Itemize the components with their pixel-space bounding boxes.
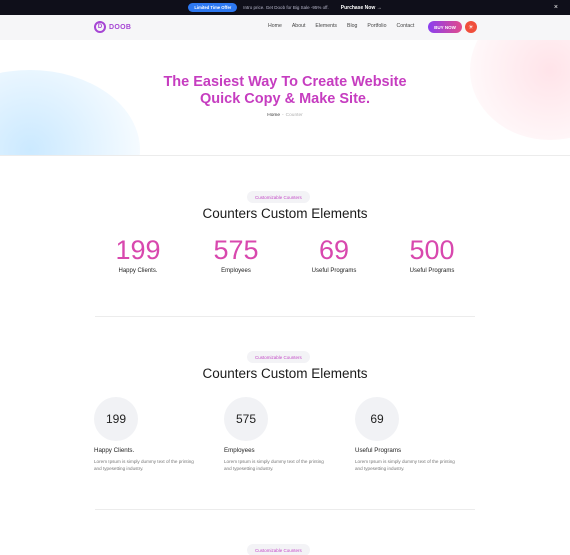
purchase-now-label: Purchase Now (340, 4, 376, 11)
counter-label: Happy Clients. (118, 268, 158, 274)
nav-item-elements[interactable]: Elements (315, 23, 337, 29)
counter-value: 199 (115, 235, 161, 265)
counter-card-title: Happy Clients. (94, 447, 135, 454)
counter-useful-programs-2: 500 Useful Programs (387, 235, 477, 274)
counter-card-description: Lorem Ipsum is simply dummy text of the … (355, 459, 455, 471)
breadcrumb-current: Counter (285, 113, 303, 118)
breadcrumb-separator: - (282, 113, 284, 118)
counter-card-useful-programs: 69 Useful Programs Lorem Ipsum is simply… (355, 397, 475, 472)
breadcrumb-home[interactable]: Home (267, 113, 280, 118)
counter-card-description: Lorem Ipsum is simply dummy text of the … (224, 459, 324, 471)
logo-mark: D (94, 21, 106, 33)
counter-value: 500 (409, 235, 455, 265)
counter-label: Useful Programs (409, 268, 455, 274)
section-divider-2 (95, 509, 475, 510)
nav-item-home[interactable]: Home (268, 23, 282, 29)
arrow-right-icon: → (376, 4, 382, 11)
section1-badge: Customizable Counters (247, 191, 310, 203)
counter-card-employees: 575 Employees Lorem Ipsum is simply dumm… (224, 397, 344, 472)
section2-badge: Customizable Counters (247, 351, 310, 363)
breadcrumb: Home - Counter (0, 113, 570, 118)
counter-card-title: Useful Programs (355, 447, 402, 454)
counter-circle: 199 (94, 397, 138, 441)
nav-item-blog[interactable]: Blog (347, 23, 357, 29)
nav-item-about[interactable]: About (292, 23, 306, 29)
hero-section: The Easiest Way To Create Website Quick … (0, 40, 570, 156)
promo-bar: Limited Time Offer Intro price. Get Doob… (0, 0, 570, 15)
section1-title: Counters Custom Elements (202, 206, 368, 221)
section3-badge: Customizable Counters (247, 544, 310, 555)
counter-value: 69 (318, 235, 350, 265)
section-divider (95, 316, 475, 317)
site-header: D DOOB Home About Elements Blog Portfoli… (0, 15, 570, 40)
nav-item-portfolio[interactable]: Portfolio (367, 23, 386, 29)
counter-circle: 575 (224, 397, 268, 441)
logo-text: DOOB (109, 23, 132, 31)
counter-card-description: Lorem Ipsum is simply dummy text of the … (94, 459, 194, 471)
counter-card-title: Employees (224, 447, 255, 454)
promo-text: Intro price. Get Doob for Big Sale -95% … (243, 5, 329, 10)
purchase-now-link[interactable]: Purchase Now → (341, 5, 382, 11)
nav-item-contact[interactable]: Contact (396, 23, 414, 29)
counter-employees: 575 Employees (191, 235, 281, 274)
hero-title: The Easiest Way To Create Website Quick … (0, 74, 570, 108)
hero-divider (0, 155, 570, 156)
buy-now-button[interactable]: BUY NOW (428, 21, 462, 33)
hero-title-line2: Quick Copy & Make Site. (199, 91, 371, 107)
counter-label: Useful Programs (311, 268, 357, 274)
main-nav: Home About Elements Blog Portfolio Conta… (268, 23, 424, 29)
counter-useful-programs: 69 Useful Programs (289, 235, 379, 274)
counter-circle: 69 (355, 397, 399, 441)
counter-happy-clients: 199 Happy Clients. (93, 235, 183, 274)
limited-offer-badge: Limited Time Offer (188, 3, 238, 12)
theme-toggle-icon[interactable]: ☀ (465, 21, 477, 33)
counter-label: Employees (221, 268, 251, 274)
counter-card-happy-clients: 199 Happy Clients. Lorem Ipsum is simply… (94, 397, 214, 472)
close-icon[interactable]: × (554, 3, 558, 12)
section2-title: Counters Custom Elements (202, 366, 368, 381)
hero-title-line1: The Easiest Way To Create Website (163, 74, 407, 90)
logo[interactable]: D DOOB (94, 21, 131, 33)
counter-value: 575 (213, 235, 259, 265)
